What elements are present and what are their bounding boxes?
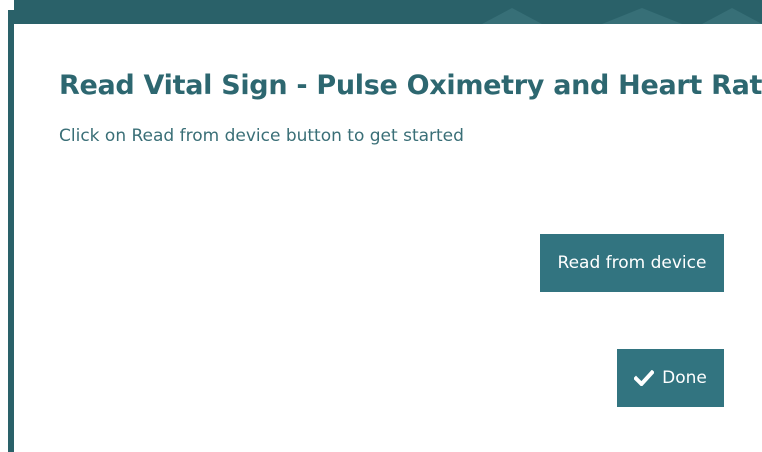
dialog-instructions: Click on Read from device button to get … [59, 126, 464, 146]
backdrop-pattern [482, 8, 762, 24]
read-from-device-label: Read from device [557, 253, 707, 273]
backdrop-header [0, 0, 762, 24]
read-from-device-button[interactable]: Read from device [540, 234, 724, 292]
screen: Read Vital Sign - Pulse Oximetry and Hea… [0, 0, 762, 452]
done-button[interactable]: Done [617, 349, 724, 407]
done-label: Done [662, 368, 707, 388]
dialog-title: Read Vital Sign - Pulse Oximetry and Hea… [59, 70, 762, 101]
check-icon [634, 370, 655, 386]
vital-sign-dialog: Read Vital Sign - Pulse Oximetry and Hea… [14, 24, 762, 452]
